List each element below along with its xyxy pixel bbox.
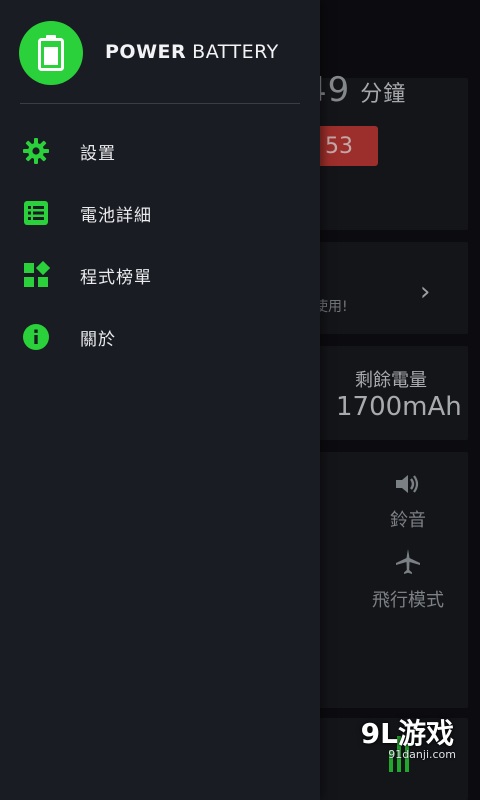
menu-item-app-ranking[interactable]: 程式榜單	[0, 244, 320, 306]
watermark-url: 91danji.com	[388, 748, 456, 761]
header-divider	[20, 103, 300, 104]
apps-icon	[22, 261, 50, 289]
menu-item-label: 設置	[80, 143, 116, 164]
battery-icon	[38, 35, 64, 71]
battery-logo	[19, 21, 83, 85]
menu-item-label: 電池詳細	[80, 205, 152, 226]
bg-remaining-value: 1700mAh	[336, 392, 462, 422]
bg-time-text: 49 分鐘	[305, 70, 406, 110]
drawer-header: POWER BATTERY	[0, 0, 320, 104]
speaker-icon[interactable]	[394, 472, 420, 496]
bg-remaining-label: 剩餘電量	[355, 370, 427, 391]
watermark-logo: 9L游戏	[360, 717, 454, 750]
airplane-icon[interactable]	[394, 548, 422, 576]
gear-icon	[22, 137, 50, 165]
list-icon	[22, 199, 50, 227]
app-title: POWER BATTERY	[105, 41, 279, 63]
menu-item-label: 關於	[80, 329, 116, 350]
bg-time-unit: 分鐘	[360, 82, 407, 107]
bg-ringtone-label: 鈴音	[390, 510, 426, 531]
app-title-rest: BATTERY	[192, 41, 279, 63]
watermark: 9L游戏 91danji.com	[350, 712, 470, 772]
drawer-menu: 設置 電池詳細 程式榜單 關於	[0, 120, 320, 368]
navigation-drawer: POWER BATTERY 設置 電池詳細 程式榜單 關於	[0, 0, 320, 800]
bg-airplane-label: 飛行模式	[372, 590, 444, 611]
menu-item-about[interactable]: 關於	[0, 306, 320, 368]
chevron-right-icon[interactable]: ›	[420, 277, 430, 307]
info-icon	[22, 323, 50, 351]
menu-item-settings[interactable]: 設置	[0, 120, 320, 182]
menu-item-battery-details[interactable]: 電池詳細	[0, 182, 320, 244]
app-title-bold: POWER	[105, 41, 187, 63]
menu-item-label: 程式榜單	[80, 267, 152, 288]
